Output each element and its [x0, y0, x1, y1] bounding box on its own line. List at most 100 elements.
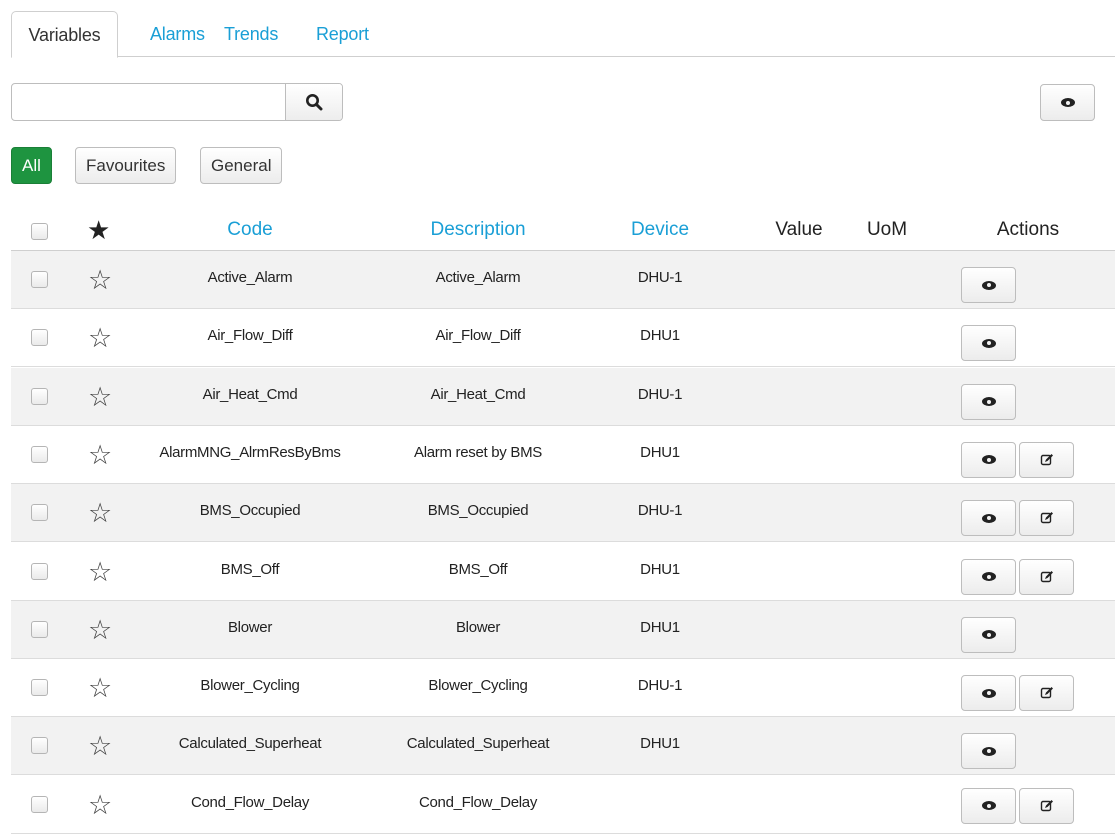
view-variable-button[interactable] — [961, 325, 1016, 362]
row-checkbox[interactable] — [31, 271, 48, 288]
view-variable-button[interactable] — [961, 787, 1016, 824]
code-cell: AlarmMNG_AlrmResByBms — [159, 443, 341, 461]
table-row: ☆ Blower_Cycling Blower_Cycling DHU-1 — [11, 659, 1115, 718]
eye-icon — [981, 280, 996, 290]
search-box — [11, 83, 343, 121]
row-checkbox[interactable] — [31, 387, 48, 405]
code-cell: Air_Flow_Diff — [207, 327, 293, 345]
table-row: ☆ Air_Flow_Diff Air_Flow_Diff DHU1 — [11, 309, 1115, 368]
description-cell: Active_Alarm — [435, 269, 521, 286]
row-checkbox[interactable] — [31, 679, 48, 697]
device-cell: DHU1 — [640, 560, 680, 578]
description-cell: BMS_Occupied — [427, 502, 529, 520]
favourite-star-icon[interactable]: ☆ — [88, 267, 112, 294]
row-checkbox[interactable] — [31, 620, 48, 638]
eye-icon — [981, 630, 996, 640]
eye-icon — [981, 572, 996, 581]
favourite-star-icon[interactable]: ☆ — [88, 616, 112, 644]
filter-favourites[interactable]: Favourites — [75, 147, 177, 184]
table-row: ☆ BMS_Off BMS_Off DHU1 — [11, 543, 1115, 601]
uom-header: UoM — [866, 219, 908, 240]
eye-icon — [981, 746, 996, 756]
eye-icon — [981, 455, 996, 465]
tab-variables[interactable]: Variables — [11, 11, 118, 58]
favourite-star-icon[interactable]: ☆ — [88, 791, 112, 819]
table-row: ☆ Cond_Flow_Delay Cond_Flow_Delay — [11, 776, 1115, 834]
eye-icon — [981, 513, 996, 523]
device-cell: DHU1 — [640, 618, 680, 636]
description-cell: Blower — [455, 618, 501, 636]
device-cell: DHU-1 — [637, 385, 683, 403]
description-cell: Cond_Flow_Delay — [418, 793, 538, 811]
row-checkbox[interactable] — [31, 737, 48, 755]
device-cell: DHU1 — [640, 735, 680, 753]
filter-all[interactable]: All — [11, 147, 52, 184]
view-variable-button[interactable] — [961, 441, 1016, 478]
eye-icon — [981, 397, 996, 407]
device-cell: DHU1 — [640, 443, 680, 461]
edit-variable-button[interactable] — [1019, 500, 1074, 537]
device-cell: DHU-1 — [637, 677, 683, 695]
description-header[interactable]: Description — [398, 219, 558, 241]
description-cell: Air_Heat_Cmd — [430, 385, 526, 403]
view-variable-button[interactable] — [961, 558, 1016, 595]
row-checkbox[interactable] — [31, 795, 48, 813]
eye-icon — [981, 688, 996, 698]
favourite-star-icon[interactable]: ☆ — [88, 733, 112, 760]
edit-variable-button[interactable] — [1019, 787, 1074, 824]
table-row: ☆ Calculated_Superheat Calculated_Superhea… — [11, 717, 1115, 776]
description-cell: Calculated_Superheat — [406, 735, 550, 753]
view-variable-button[interactable] — [961, 616, 1016, 653]
device-header[interactable]: Device — [620, 219, 700, 241]
favourite-star-icon[interactable]: ☆ — [88, 500, 112, 527]
code-cell: Blower_Cycling — [200, 677, 300, 695]
search-input[interactable] — [12, 84, 287, 120]
view-variable-button[interactable] — [961, 675, 1016, 712]
tab-report[interactable]: Report — [316, 11, 369, 57]
tab-bar: Variables Alarms Trends Report — [11, 11, 1115, 58]
favourite-star-icon[interactable]: ☆ — [88, 558, 112, 586]
code-cell: BMS_Off — [220, 560, 280, 578]
table-row: ☆ Blower Blower DHU1 — [11, 600, 1115, 659]
row-checkbox[interactable] — [31, 445, 48, 463]
favourite-star-icon[interactable]: ☆ — [88, 441, 112, 469]
favourite-star-icon[interactable]: ☆ — [88, 325, 112, 352]
favourites-header-star-icon[interactable]: ★ — [87, 215, 110, 246]
tab-alarms[interactable]: Alarms — [150, 11, 205, 57]
code-header[interactable]: Code — [200, 219, 300, 241]
row-checkbox[interactable] — [31, 504, 48, 522]
filter-general[interactable]: General — [200, 147, 283, 184]
view-variable-button[interactable] — [961, 383, 1016, 420]
select-all-checkbox[interactable] — [31, 223, 48, 240]
edit-icon — [1040, 512, 1053, 524]
view-variable-button[interactable] — [961, 500, 1016, 537]
edit-variable-button[interactable] — [1019, 558, 1074, 595]
code-cell: Calculated_Superheat — [178, 735, 322, 753]
eye-icon — [1060, 98, 1075, 107]
edit-icon — [1040, 453, 1053, 466]
search-button[interactable] — [285, 84, 342, 120]
table-row: ☆ AlarmMNG_AlrmResByBms Alarm reset by BMS… — [11, 426, 1115, 484]
eye-icon — [981, 338, 996, 348]
view-variable-button[interactable] — [961, 267, 1016, 303]
table-header: ★ Code Description Device Value UoM Acti… — [11, 211, 1115, 251]
favourite-star-icon[interactable]: ☆ — [88, 383, 112, 411]
favourite-star-icon[interactable]: ☆ — [88, 675, 112, 702]
edit-variable-button[interactable] — [1019, 441, 1074, 478]
view-variable-button[interactable] — [961, 733, 1016, 770]
eye-icon — [981, 801, 996, 811]
device-cell: DHU-1 — [637, 269, 683, 286]
tab-trends[interactable]: Trends — [224, 11, 278, 57]
description-cell: Blower_Cycling — [428, 677, 528, 695]
description-cell: Air_Flow_Diff — [435, 327, 521, 345]
code-cell: Air_Heat_Cmd — [202, 385, 298, 403]
description-cell: Alarm reset by BMS — [414, 443, 542, 461]
view-button[interactable] — [1040, 84, 1095, 121]
edit-variable-button[interactable] — [1019, 675, 1074, 712]
code-cell: Active_Alarm — [207, 269, 293, 286]
search-icon — [306, 94, 323, 111]
row-checkbox[interactable] — [31, 329, 48, 347]
description-cell: BMS_Off — [448, 560, 508, 578]
row-checkbox[interactable] — [31, 562, 48, 580]
actions-header: Actions — [996, 219, 1060, 240]
